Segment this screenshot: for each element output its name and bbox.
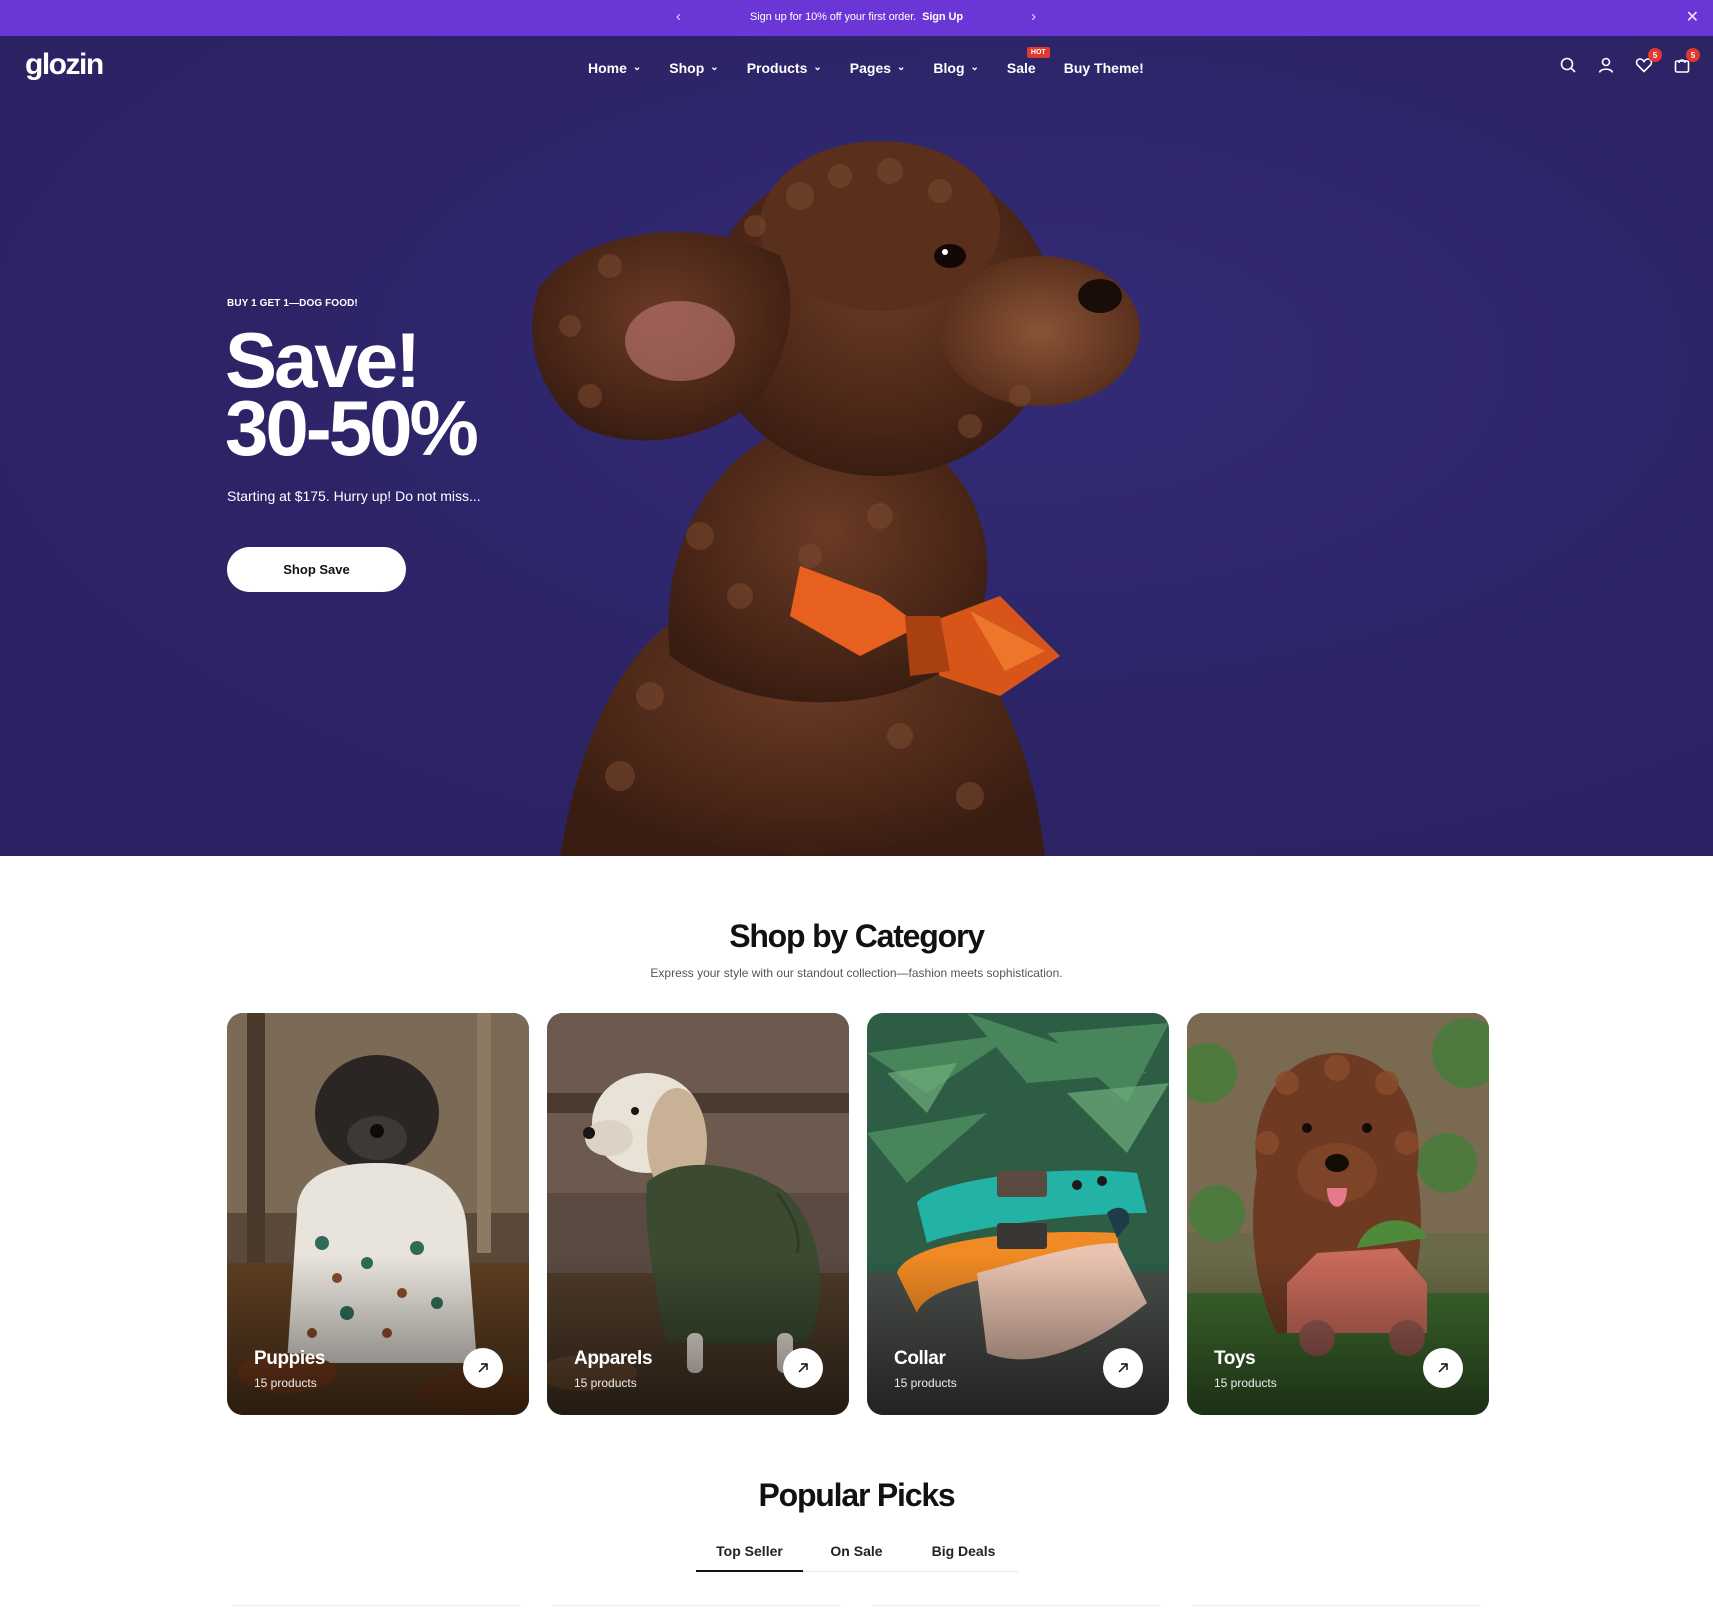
nav-sale-label: Sale (1006, 60, 1036, 76)
nav-buy-theme-label: Buy Theme! (1063, 60, 1144, 76)
wishlist-count: 5 (1648, 48, 1662, 62)
arrow-up-right-icon[interactable] (1423, 1348, 1463, 1388)
nav-products[interactable]: Products ⌄ (747, 60, 822, 76)
chevron-down-icon: ⌄ (970, 61, 979, 73)
nav-blog[interactable]: Blog ⌄ (933, 60, 979, 76)
category-section-title: Shop by Category (729, 918, 985, 954)
search-icon[interactable] (1559, 56, 1577, 74)
tab-on-sale[interactable]: On Sale (803, 1540, 910, 1571)
card-shade (227, 1255, 529, 1415)
arrow-up-right-icon[interactable] (1103, 1348, 1143, 1388)
user-icon[interactable] (1597, 56, 1615, 74)
category-name: Puppies (254, 1348, 326, 1369)
tab-top-seller[interactable]: Top Seller (696, 1540, 803, 1572)
nav-products-label: Products (746, 60, 808, 76)
hero-banner: glozin Home ⌄ Shop ⌄ Products ⌄ Pages ⌄ … (0, 36, 1713, 856)
category-cards: Puppies 15 products Apparels 15 products (227, 1013, 1489, 1415)
chevron-right-icon[interactable]: › (1031, 8, 1036, 25)
close-icon[interactable]: ✕ (1686, 7, 1699, 27)
card-shade (867, 1255, 1169, 1415)
category-card-toys[interactable]: Toys 15 products (1187, 1013, 1489, 1415)
popular-section-title: Popular Picks (758, 1477, 955, 1513)
category-section-subtitle: Express your style with our standout col… (650, 966, 1063, 980)
product-card-top-edge (1192, 1605, 1482, 1608)
category-count: 15 products (254, 1376, 317, 1390)
arrow-up-right-icon[interactable] (463, 1348, 503, 1388)
announcement-text: Sign up for 10% off your first order. (750, 11, 917, 23)
hero-title-line2: 30-50% (225, 384, 479, 472)
nav-blog-label: Blog (933, 60, 965, 76)
product-card-top-edge (872, 1605, 1162, 1608)
announcement-message: Sign up for 10% off your first order. Si… (0, 11, 1713, 23)
hero-subtitle: Starting at $175. Hurry up! Do not miss.… (227, 488, 481, 504)
nav-pages[interactable]: Pages ⌄ (850, 60, 906, 76)
nav-sale[interactable]: Sale HOT (1006, 47, 1050, 76)
card-shade (547, 1255, 849, 1415)
hot-badge: HOT (1026, 47, 1050, 58)
category-name: Apparels (574, 1348, 653, 1369)
arrow-up-right-icon[interactable] (783, 1348, 823, 1388)
tab-big-deals[interactable]: Big Deals (910, 1540, 1017, 1571)
product-card-top-edge (552, 1605, 842, 1608)
heart-icon[interactable]: 5 (1635, 48, 1662, 74)
chevron-down-icon: ⌄ (632, 61, 642, 73)
category-card-puppies[interactable]: Puppies 15 products (227, 1013, 529, 1415)
site-logo[interactable]: glozin (25, 48, 104, 82)
chevron-down-icon: ⌄ (710, 61, 719, 73)
popular-tabs: Top Seller On Sale Big Deals (696, 1540, 1018, 1572)
nav-home[interactable]: Home ⌄ (588, 60, 641, 76)
hero-kicker: BUY 1 GET 1—DOG FOOD! (227, 298, 358, 309)
header-actions: 5 5 (1559, 48, 1700, 74)
category-count: 15 products (574, 1376, 637, 1390)
category-count: 15 products (1214, 1376, 1277, 1390)
nav-home-label: Home (588, 60, 627, 76)
cart-count: 5 (1686, 48, 1700, 62)
product-card-top-edge (232, 1605, 522, 1608)
signup-link[interactable]: Sign Up (922, 11, 963, 23)
category-card-apparels[interactable]: Apparels 15 products (547, 1013, 849, 1415)
main-nav: Home ⌄ Shop ⌄ Products ⌄ Pages ⌄ Blog ⌄ … (588, 47, 1172, 76)
category-name: Collar (894, 1348, 946, 1369)
hero-title: Save! 30-50% (225, 321, 479, 472)
category-card-collar[interactable]: Collar 15 products (867, 1013, 1169, 1415)
category-name: Toys (1214, 1348, 1256, 1369)
nav-pages-label: Pages (849, 60, 892, 76)
chevron-down-icon: ⌄ (897, 61, 906, 73)
shop-save-button[interactable]: Shop Save (227, 547, 406, 592)
announcement-bar: ‹ Sign up for 10% off your first order. … (0, 0, 1713, 36)
dog-hero-image (532, 141, 1140, 856)
cart-icon[interactable]: 5 (1673, 48, 1700, 74)
nav-buy-theme[interactable]: Buy Theme! (1064, 60, 1144, 76)
card-shade (1187, 1255, 1489, 1415)
nav-shop-label: Shop (669, 60, 705, 76)
category-count: 15 products (894, 1376, 957, 1390)
nav-shop[interactable]: Shop ⌄ (669, 60, 718, 76)
chevron-down-icon: ⌄ (813, 61, 822, 73)
